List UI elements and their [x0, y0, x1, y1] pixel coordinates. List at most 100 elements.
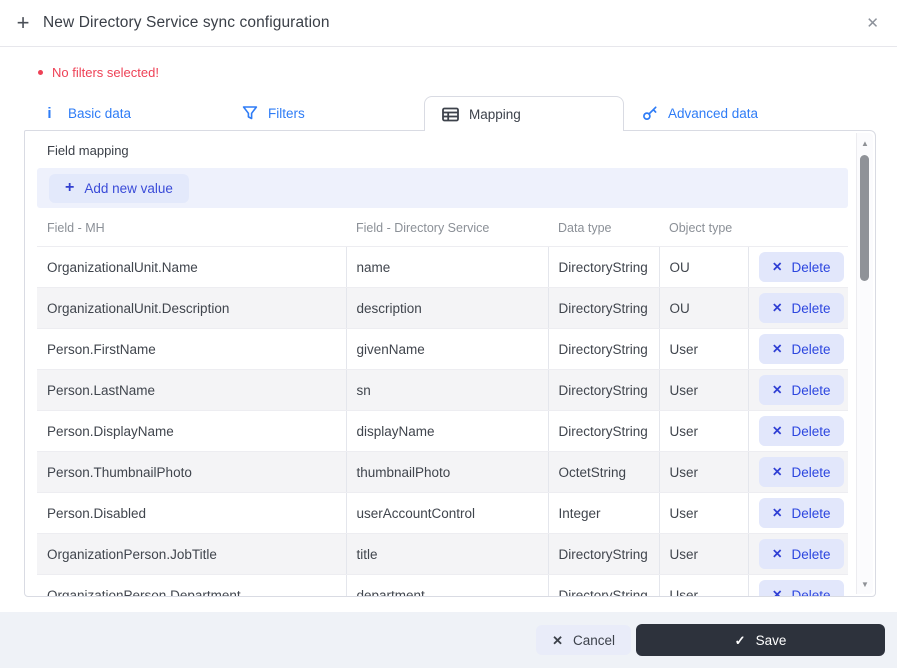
cell-object-type: User [658, 369, 748, 411]
save-label: Save [755, 632, 787, 648]
tab-mapping[interactable]: Mapping [424, 96, 624, 131]
cell-field-ds: title [345, 533, 548, 575]
cell-object-type: User [658, 328, 748, 370]
error-text: No filters selected! [52, 64, 159, 80]
table-header-row: Field - MH Field - Directory Service Dat… [37, 214, 848, 247]
cell-object-type: User [658, 533, 748, 575]
tab-filters[interactable]: Filters [224, 96, 424, 130]
plus-icon: + [16, 10, 30, 35]
cell-actions: ✕ Delete [747, 246, 848, 288]
cell-actions: ✕ Delete [747, 451, 848, 493]
delete-label: Delete [791, 341, 831, 357]
tab-label: Mapping [469, 106, 521, 122]
cell-field-ds: sn [345, 369, 548, 411]
cell-actions: ✕ Delete [747, 410, 848, 452]
delete-button[interactable]: ✕ Delete [758, 539, 844, 569]
delete-label: Delete [791, 300, 831, 316]
table-row: OrganizationPerson.JobTitle title Direct… [37, 533, 848, 575]
close-icon[interactable]: ✕ [866, 16, 879, 31]
table-row: OrganizationalUnit.Name name DirectorySt… [37, 246, 848, 288]
delete-label: Delete [791, 587, 831, 597]
cell-data-type: DirectoryString [547, 410, 659, 452]
cell-actions: ✕ Delete [747, 533, 848, 575]
delete-label: Delete [791, 505, 831, 521]
delete-button[interactable]: ✕ Delete [758, 416, 844, 446]
mapping-table-body: OrganizationalUnit.Name name DirectorySt… [37, 246, 848, 597]
save-button[interactable]: ✓ Save [636, 624, 885, 656]
scrollbar-thumb[interactable] [860, 155, 869, 281]
delete-x-icon: ✕ [771, 464, 783, 479]
tab-advanced-data[interactable]: Advanced data [624, 96, 824, 130]
table-row: Person.Disabled userAccountControl Integ… [37, 492, 848, 534]
delete-button[interactable]: ✕ Delete [758, 334, 844, 364]
delete-label: Delete [791, 259, 831, 275]
tab-basic-data[interactable]: i Basic data [24, 96, 224, 130]
delete-x-icon: ✕ [771, 546, 783, 561]
tab-label: Filters [268, 105, 305, 121]
delete-button[interactable]: ✕ Delete [758, 498, 844, 528]
cell-object-type: OU [658, 287, 748, 329]
cell-data-type: DirectoryString [547, 287, 659, 329]
cell-data-type: Integer [547, 492, 659, 534]
cell-field-ds: userAccountControl [345, 492, 548, 534]
cell-object-type: User [658, 574, 748, 596]
table-row: Person.DisplayName displayName Directory… [37, 410, 848, 452]
table-row: OrganizationalUnit.Description descripti… [37, 287, 848, 329]
table-row: Person.FirstName givenName DirectoryStri… [37, 328, 848, 370]
delete-x-icon: ✕ [771, 382, 783, 397]
check-icon: ✓ [734, 632, 746, 648]
table-row: Person.ThumbnailPhoto thumbnailPhoto Oct… [37, 451, 848, 493]
column-header-actions [748, 214, 848, 247]
column-header-field-ds: Field - Directory Service [346, 214, 548, 247]
add-new-value-label: Add new value [84, 180, 173, 196]
delete-button[interactable]: ✕ Delete [758, 293, 844, 323]
column-header-data-type: Data type [548, 214, 659, 247]
cell-data-type: DirectoryString [547, 533, 659, 575]
cell-field-mh: Person.ThumbnailPhoto [37, 451, 346, 493]
scroll-down-button[interactable]: ▼ [857, 576, 873, 592]
cell-field-mh: OrganizationPerson.JobTitle [37, 533, 346, 575]
table-row: OrganizationPerson.Department department… [37, 574, 848, 597]
cell-field-mh: Person.DisplayName [37, 410, 346, 452]
delete-label: Delete [791, 546, 831, 562]
delete-x-icon: ✕ [771, 423, 783, 438]
cell-data-type: DirectoryString [547, 574, 659, 596]
error-message: No filters selected! [38, 63, 159, 81]
delete-x-icon: ✕ [771, 300, 783, 315]
vertical-scrollbar[interactable]: ▲ ▼ [856, 133, 873, 594]
field-mapping-title: Field mapping [47, 143, 129, 158]
field-mapping-panel: Field mapping + Add new value Field - MH… [24, 130, 876, 597]
cell-actions: ✕ Delete [747, 492, 848, 534]
delete-button[interactable]: ✕ Delete [758, 580, 844, 597]
close-icon: ✕ [552, 632, 563, 648]
dialog-titlebar: + New Directory Service sync configurati… [0, 0, 897, 47]
add-new-value-button[interactable]: + Add new value [49, 173, 189, 203]
mapping-table: Field - MH Field - Directory Service Dat… [37, 214, 848, 597]
cell-object-type: User [658, 410, 748, 452]
delete-x-icon: ✕ [771, 259, 783, 274]
cell-data-type: DirectoryString [547, 328, 659, 370]
scroll-up-button[interactable]: ▲ [857, 135, 873, 151]
filter-icon [241, 105, 258, 121]
cell-object-type: OU [658, 246, 748, 288]
cancel-label: Cancel [572, 632, 615, 648]
cell-field-mh: OrganizationPerson.Department [37, 574, 346, 596]
cell-field-ds: department [345, 574, 548, 596]
tab-label: Advanced data [668, 105, 759, 121]
delete-button[interactable]: ✕ Delete [758, 375, 844, 405]
cell-field-mh: OrganizationalUnit.Description [37, 287, 346, 329]
cell-data-type: DirectoryString [547, 369, 659, 411]
plus-icon: + [65, 179, 75, 196]
cell-field-ds: givenName [345, 328, 548, 370]
column-header-object-type: Object type [659, 214, 748, 247]
delete-label: Delete [791, 423, 831, 439]
delete-label: Delete [791, 464, 831, 480]
cancel-button[interactable]: ✕ Cancel [536, 625, 631, 655]
cell-field-mh: OrganizationalUnit.Name [37, 246, 346, 288]
table-row: Person.LastName sn DirectoryString User … [37, 369, 848, 411]
column-header-field-mh: Field - MH [37, 214, 346, 247]
cell-actions: ✕ Delete [747, 369, 848, 411]
delete-button[interactable]: ✕ Delete [758, 457, 844, 487]
delete-x-icon: ✕ [771, 587, 783, 597]
delete-button[interactable]: ✕ Delete [758, 252, 844, 282]
